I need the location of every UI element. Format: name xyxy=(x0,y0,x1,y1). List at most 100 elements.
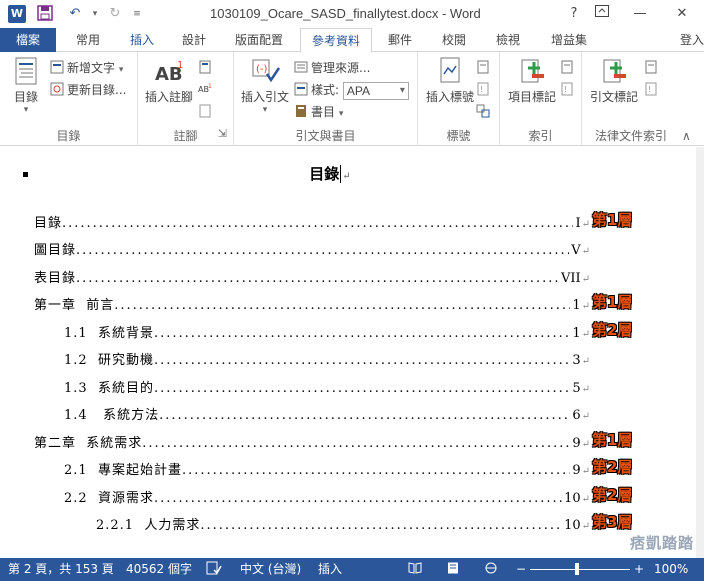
toc-leader-dots xyxy=(200,518,562,533)
zoom-out-button[interactable]: − xyxy=(516,558,526,581)
page-info[interactable]: 第 2 頁，共 153 頁 xyxy=(8,558,114,581)
save-icon[interactable] xyxy=(36,5,54,23)
watermark: 痞凱踏踏 xyxy=(629,534,694,552)
toc-entry[interactable]: 2.2 資源需求 10↵ xyxy=(64,487,590,507)
minimize-button[interactable]: — xyxy=(630,4,650,24)
collapse-ribbon-icon[interactable]: ∧ xyxy=(682,126,691,146)
add-text-icon xyxy=(50,60,64,74)
close-button[interactable]: ✕ xyxy=(672,4,692,24)
toc-entry[interactable]: 1.4 系統方法 6↵ xyxy=(64,404,590,424)
read-mode-icon[interactable] xyxy=(408,558,422,581)
toc-entry[interactable]: 圖目錄 V↵ xyxy=(34,239,590,259)
insert-footnote-button[interactable]: AB 1 插入註腳 xyxy=(142,56,196,105)
footnotes-dialog-launcher-icon[interactable]: ⇲ xyxy=(218,127,227,140)
print-layout-icon[interactable] xyxy=(446,558,460,581)
style-select[interactable]: APA xyxy=(342,81,409,100)
tab-references[interactable]: 參考資料 xyxy=(300,28,372,53)
update-index-icon[interactable]: ! xyxy=(560,80,577,100)
insert-toa-icon[interactable] xyxy=(644,58,661,78)
undo-icon[interactable]: ↶ xyxy=(66,5,84,23)
toc-entry[interactable]: 目錄 I↵ xyxy=(34,212,590,232)
redo-icon[interactable]: ↻ xyxy=(106,5,124,23)
paragraph-mark: ↵ xyxy=(581,466,590,477)
insert-endnote-icon[interactable] xyxy=(198,58,215,78)
zoom-slider-thumb[interactable] xyxy=(575,563,579,575)
toc-entry[interactable]: 2.2.1 人力需求 10↵ xyxy=(96,514,590,534)
tab-home[interactable]: 常用 xyxy=(70,28,106,52)
help-button[interactable]: ? xyxy=(564,4,584,24)
tab-review[interactable]: 校閱 xyxy=(436,28,472,52)
insert-footnote-label: 插入註腳 xyxy=(144,90,193,104)
tab-addins[interactable]: 增益集 xyxy=(544,28,594,52)
paragraph-mark: ↵ xyxy=(581,439,590,450)
bibliography-button[interactable]: 書目 ▾ xyxy=(294,102,343,122)
mark-citation-button[interactable]: 引文標記 xyxy=(586,56,642,105)
quick-access-customize-icon[interactable]: ≡ xyxy=(128,5,146,23)
toc-entry-label: 2.1 專案起始計畫 xyxy=(64,463,182,478)
undo-dropdown-icon[interactable]: ▾ xyxy=(86,5,104,23)
toc-entry[interactable]: 表目錄 VII↵ xyxy=(34,267,590,287)
tab-mailings[interactable]: 郵件 xyxy=(382,28,418,52)
footnote-icon: AB1 xyxy=(155,60,183,85)
bibliography-icon xyxy=(296,105,306,117)
toc-entry-label: 1.4 系統方法 xyxy=(64,408,160,423)
toc-entry[interactable]: 第一章 前言 1↵ xyxy=(34,294,590,314)
toc-leader-dots xyxy=(159,408,570,423)
show-notes-icon[interactable] xyxy=(198,102,215,122)
zoom-slider[interactable] xyxy=(530,569,630,570)
web-layout-icon[interactable] xyxy=(484,558,498,581)
toc-entry[interactable]: 1.3 系統目的 5↵ xyxy=(64,377,590,397)
ribbon-display-options-icon[interactable] xyxy=(592,4,612,24)
paragraph-mark: ↵ xyxy=(581,411,590,422)
insert-table-of-figures-icon[interactable] xyxy=(476,58,493,78)
proofing-icon[interactable] xyxy=(206,558,222,581)
toc-entry-page: 1 xyxy=(572,298,581,313)
paragraph-mark: ↵ xyxy=(581,274,590,285)
insert-caption-button[interactable]: 插入標號 xyxy=(422,56,478,105)
tab-layout[interactable]: 版面配置 xyxy=(228,28,290,52)
toc-leader-dots xyxy=(154,381,570,396)
paragraph-mark: ↵ xyxy=(581,356,590,367)
insert-citation-button[interactable]: (-) 插入引文 ▾ xyxy=(238,56,292,115)
toc-entry[interactable]: 2.1 專案起始計畫 9↵ xyxy=(64,459,590,479)
toa-group-label: 法律文件索引 xyxy=(594,129,667,143)
manage-sources-button[interactable]: 管理來源... xyxy=(294,58,370,78)
mark-entry-icon xyxy=(521,59,544,83)
insert-mode-indicator[interactable]: 插入 xyxy=(318,558,342,581)
mark-entry-button[interactable]: 項目標記 xyxy=(504,56,560,105)
update-table-button[interactable]: 更新目錄... xyxy=(50,80,126,100)
tab-view[interactable]: 檢視 xyxy=(490,28,526,52)
tab-insert[interactable]: 插入 xyxy=(124,28,160,52)
toc-entry[interactable]: 第二章 系統需求 9↵ xyxy=(34,432,590,452)
caption-icon xyxy=(440,57,460,83)
word-count[interactable]: 40562 個字 xyxy=(126,558,192,581)
document-area[interactable]: 目錄↵ 目錄I↵第1層圖目錄V↵表目錄VII↵第一章 前言1↵第1層1.1 系統… xyxy=(0,147,704,558)
level-annotation: 第2層 xyxy=(592,321,633,339)
toc-entry-page: 6 xyxy=(572,408,581,423)
tab-file[interactable]: 檔案 xyxy=(0,28,56,52)
vertical-scrollbar[interactable] xyxy=(696,147,704,558)
toc-entry-page: VII xyxy=(560,271,581,286)
ribbon: 目錄 ▾ 新增文字 ▾ 更新目錄... 目錄 AB 1 插入註腳 AB 1 註腳 ⇲… xyxy=(0,52,704,146)
update-toa-icon[interactable]: ! xyxy=(644,80,661,100)
toc-entry-label: 圖目錄 xyxy=(34,243,77,258)
insert-index-icon[interactable] xyxy=(560,58,577,78)
toc-entry[interactable]: 1.2 研究動機 3↵ xyxy=(64,349,590,369)
add-text-button[interactable]: 新增文字 ▾ xyxy=(50,58,123,78)
cross-reference-icon[interactable] xyxy=(476,102,493,122)
toc-icon xyxy=(15,57,37,85)
language-indicator[interactable]: 中文 (台灣) xyxy=(240,558,301,581)
level-annotation: 第1層 xyxy=(592,293,633,311)
add-text-label: 新增文字 xyxy=(67,61,116,75)
toc-entry-page: 10 xyxy=(564,491,581,506)
zoom-level[interactable]: 100% xyxy=(654,558,688,581)
toc-entry[interactable]: 1.1 系統背景 1↵ xyxy=(64,322,590,342)
toc-button[interactable]: 目錄 ▾ xyxy=(8,56,44,115)
index-group-label: 索引 xyxy=(528,129,553,143)
toc-entry-label: 第一章 前言 xyxy=(34,298,115,313)
sign-in-link[interactable]: 登入 xyxy=(680,28,704,52)
tab-design[interactable]: 設計 xyxy=(176,28,212,52)
update-table-of-figures-icon[interactable]: ! xyxy=(476,80,493,100)
next-footnote-icon[interactable]: AB 1 xyxy=(198,80,215,100)
zoom-in-button[interactable]: + xyxy=(634,558,644,581)
